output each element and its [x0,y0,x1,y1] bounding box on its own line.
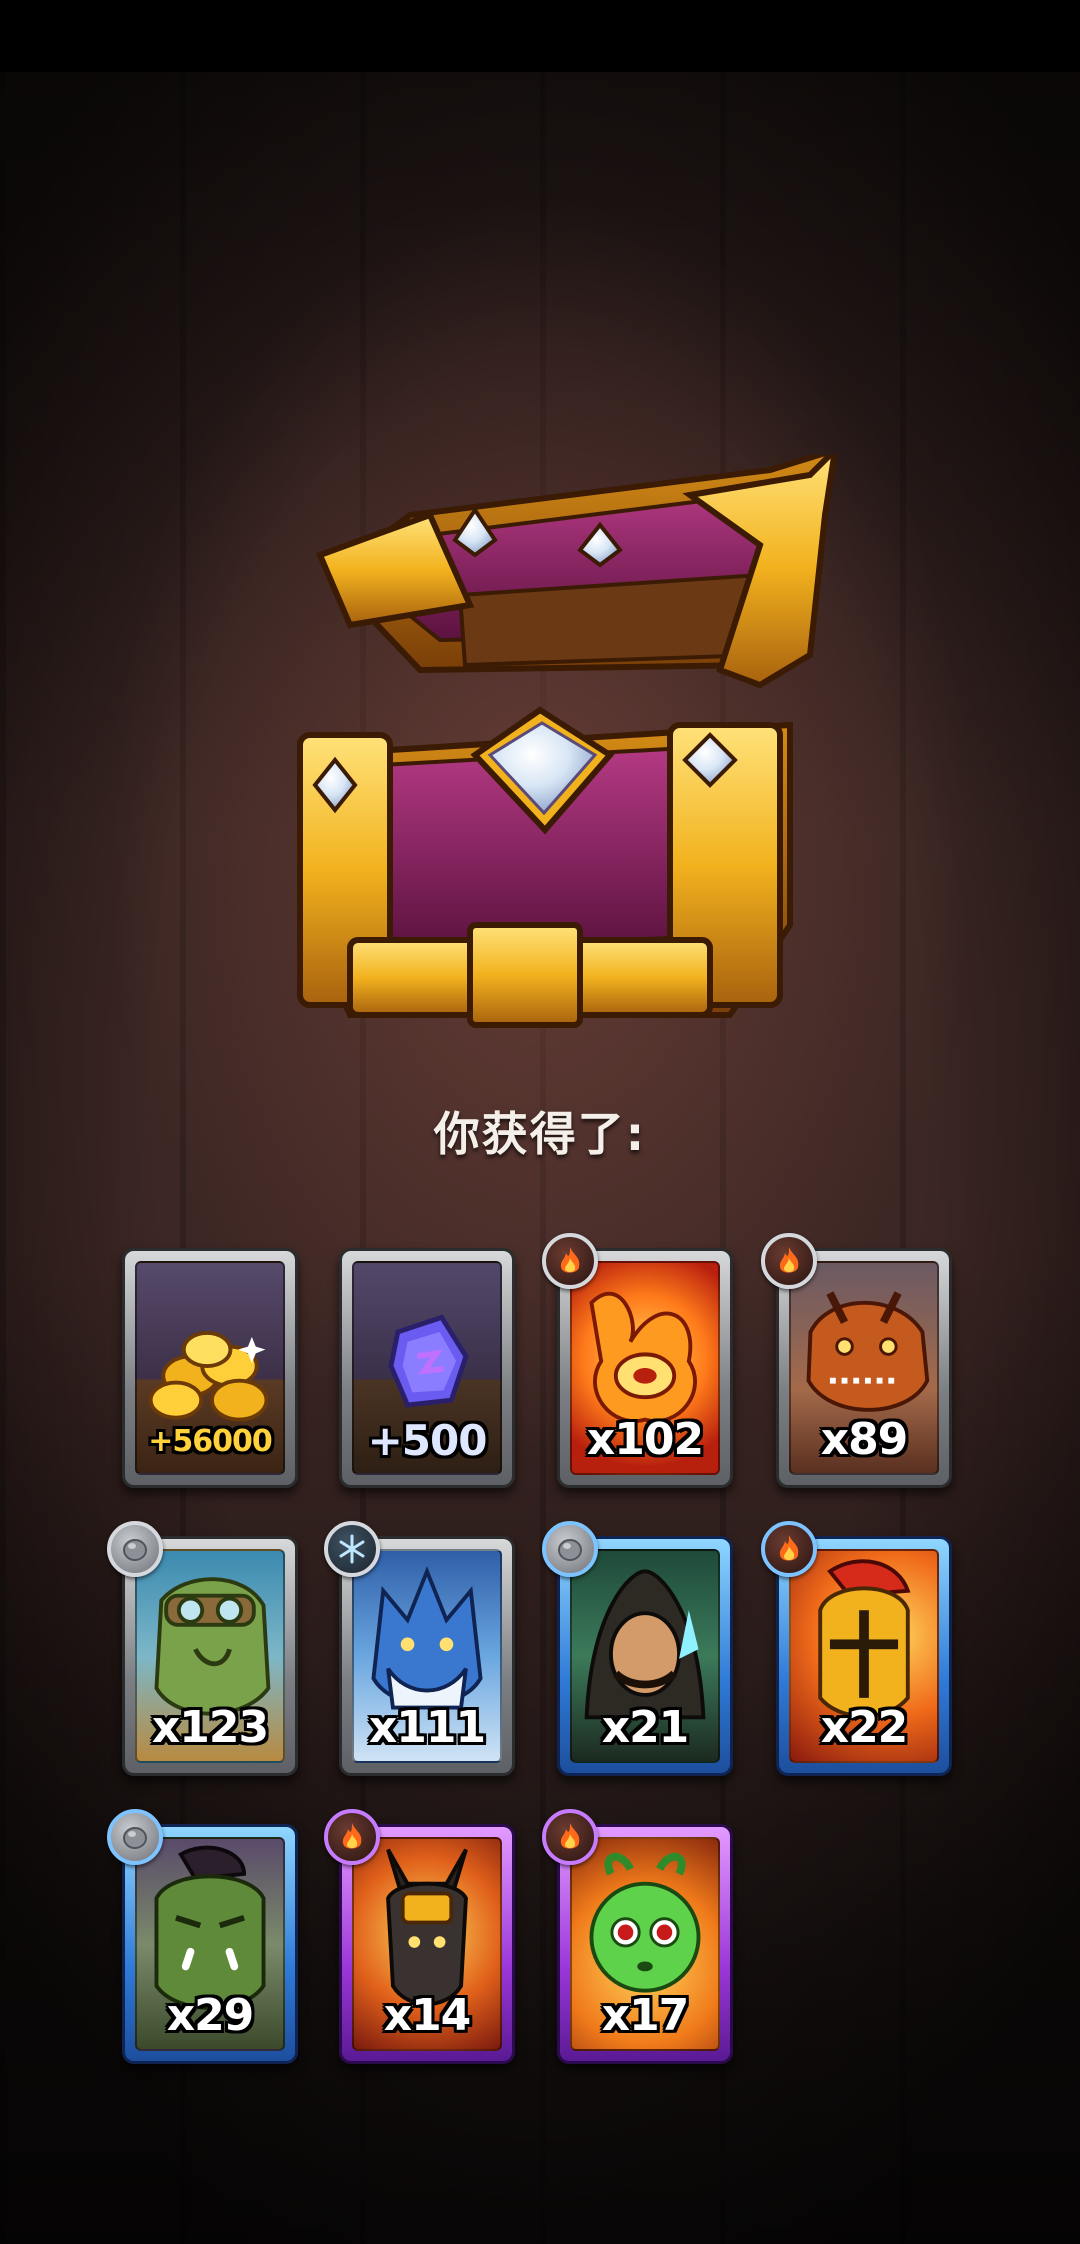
reward-card-hero[interactable]: x89 [761,1233,952,1488]
reward-quantity: x14 [383,1990,472,2041]
reward-quantity: x29 [166,1990,255,2041]
reward-card-hero[interactable]: x22 [761,1521,952,1776]
gold-coins-art: +56000 [135,1261,285,1475]
reward-quantity: +56000 [148,1424,273,1459]
reward-quantity: x102 [586,1414,704,1465]
fire-icon [761,1521,817,1577]
hero-art: x17 [570,1837,720,2051]
hero-art: x123 [135,1549,285,1763]
reward-quantity: +500 [367,1416,488,1465]
reward-card-gem[interactable]: +500 [339,1248,515,1488]
reward-card-hero[interactable]: x14 [324,1809,515,2064]
fire-icon [761,1233,817,1289]
treasure-chest[interactable] [290,455,850,1035]
reward-quantity: x22 [820,1702,909,1753]
reward-quantity: x123 [151,1702,269,1753]
reward-card-hero[interactable]: x17 [542,1809,733,2064]
snowflake-icon [324,1521,380,1577]
hero-art: x89 [789,1261,939,1475]
stone-icon [107,1521,163,1577]
reward-quantity: x17 [601,1990,690,2041]
hero-art: x29 [135,1837,285,2051]
reward-card-hero[interactable]: x111 [324,1521,515,1776]
hero-art: x21 [570,1549,720,1763]
reward-card-gold[interactable]: +56000 [122,1248,298,1488]
reward-card-hero[interactable]: x102 [542,1233,733,1488]
fire-icon [542,1809,598,1865]
reward-card-hero[interactable]: x21 [542,1521,733,1776]
reward-title: 你获得了: [433,1107,647,1161]
hero-art: x22 [789,1549,939,1763]
fire-icon [324,1809,380,1865]
hero-art: x102 [570,1261,720,1475]
status-bar [0,0,1080,72]
hero-art: x14 [352,1837,502,2051]
reward-quantity: x111 [368,1702,486,1753]
fire-icon [542,1233,598,1289]
gem-art: +500 [352,1261,502,1475]
reward-card-hero[interactable]: x123 [107,1521,298,1776]
stone-icon [107,1809,163,1865]
reward-card-hero[interactable]: x29 [107,1809,298,2064]
stone-icon [542,1521,598,1577]
reward-quantity: x89 [820,1414,909,1465]
hero-art: x111 [352,1549,502,1763]
reward-quantity: x21 [601,1702,690,1753]
